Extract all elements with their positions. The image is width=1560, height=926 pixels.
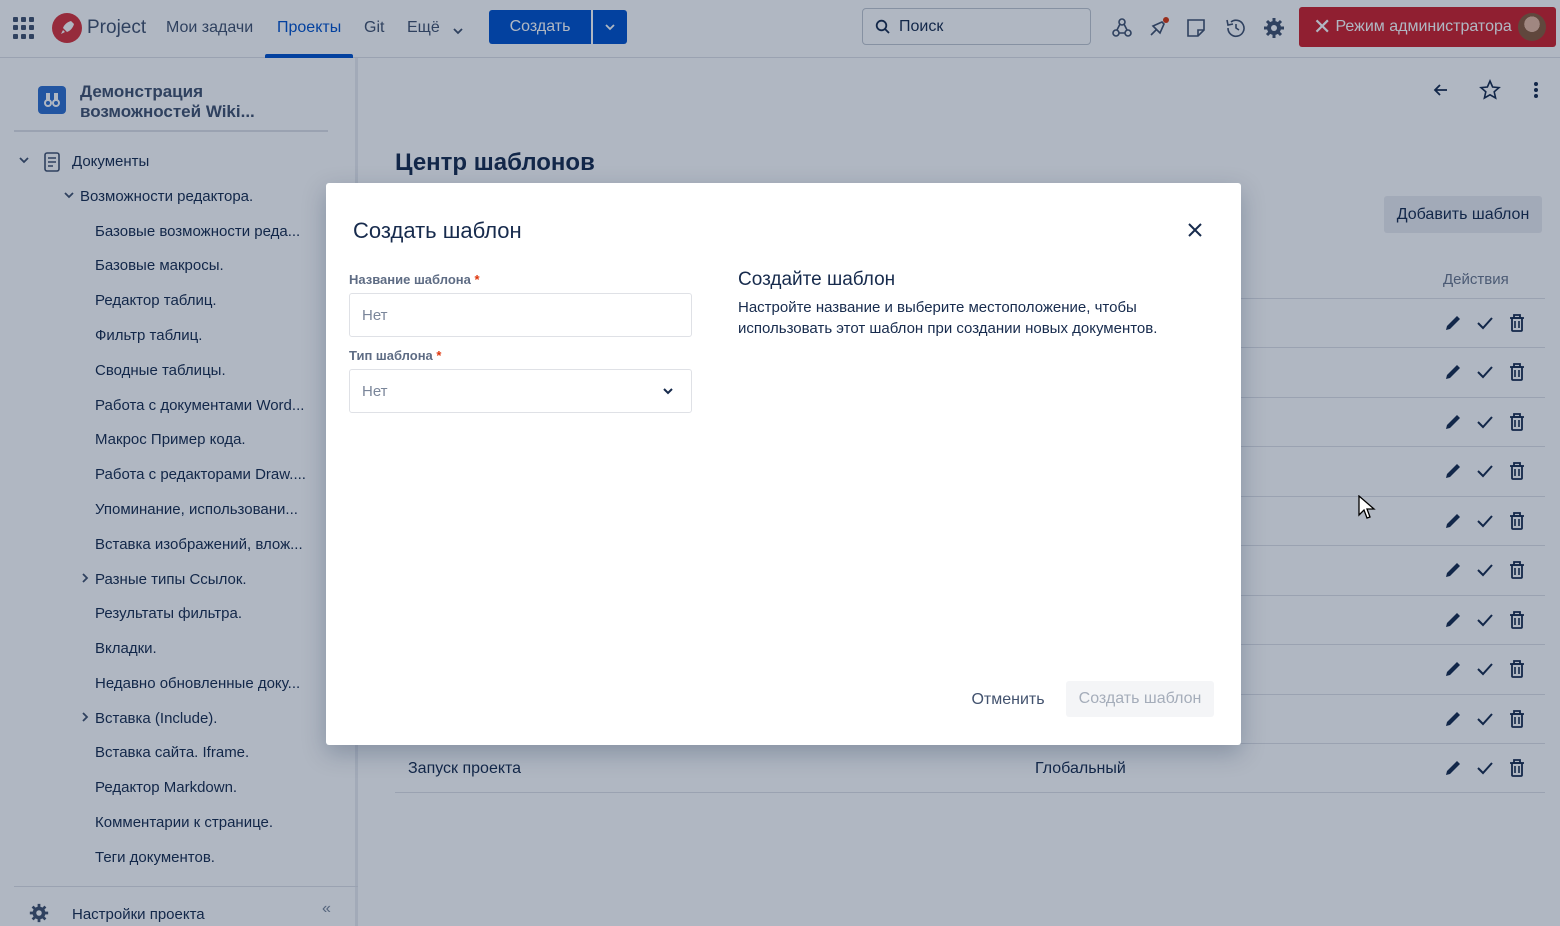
create-template-dialog: Создать шаблон Название шаблона * Нет Ти… <box>326 183 1241 745</box>
create-template-button[interactable]: Создать шаблон <box>1066 681 1214 717</box>
chevron-down-icon <box>661 384 675 402</box>
template-name-placeholder: Нет <box>362 306 388 324</box>
template-type-label: Тип шаблона * <box>349 348 442 363</box>
template-type-select[interactable]: Нет <box>349 369 692 413</box>
info-description: Настройте название и выберите местополож… <box>738 299 1158 337</box>
template-name-label: Название шаблона * <box>349 272 480 287</box>
close-icon[interactable] <box>1184 219 1206 241</box>
info-title: Создайте шаблон <box>738 269 896 290</box>
cancel-button[interactable]: Отменить <box>962 683 1054 717</box>
mouse-cursor-icon <box>1358 494 1376 526</box>
required-mark: * <box>436 348 442 363</box>
template-name-input[interactable]: Нет <box>349 293 692 337</box>
dialog-title: Создать шаблон <box>353 218 522 243</box>
template-type-value: Нет <box>362 382 388 400</box>
required-mark: * <box>474 272 480 287</box>
